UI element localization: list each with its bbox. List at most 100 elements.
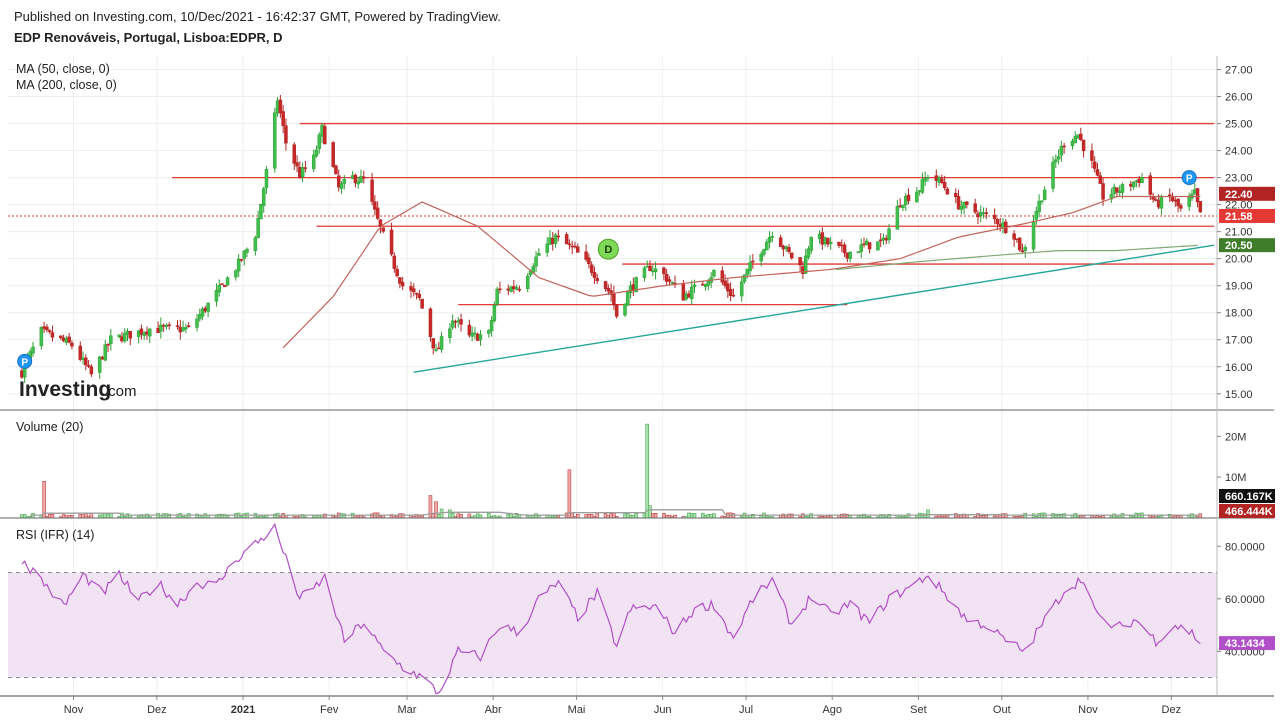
candle-body [317, 134, 322, 149]
candle-body [1195, 188, 1200, 203]
candle-body [323, 126, 327, 145]
investing-logo: Investing .com [19, 378, 137, 401]
candle-body [720, 270, 725, 283]
candle-body [692, 284, 697, 287]
candle-body [1198, 201, 1203, 213]
candle-body [1159, 196, 1164, 209]
candle-body [412, 288, 416, 293]
price-tick-label: 19.00 [1225, 281, 1253, 293]
volume-bar [634, 513, 638, 519]
candle-body [576, 246, 580, 253]
candle-body [234, 270, 238, 278]
rsi-band [8, 572, 1217, 678]
candle-body [653, 268, 658, 273]
candle-body [545, 243, 549, 253]
candle-body [567, 243, 572, 246]
candle-body [498, 288, 502, 291]
chart-canvas: 15.0016.0017.0018.0019.0020.0021.0022.00… [0, 56, 1275, 716]
candle-body [587, 257, 591, 265]
candle-body [803, 255, 808, 274]
rsi-tick-label: 80.0000 [1225, 541, 1265, 553]
volume-bar [89, 512, 94, 519]
candle-body [311, 154, 316, 170]
candle-body [534, 256, 538, 267]
candle-body [39, 327, 44, 347]
candle-body [303, 167, 308, 169]
candle-body [86, 365, 91, 367]
candle-body [281, 111, 285, 126]
moving-averages [282, 195, 1201, 349]
logo-suffix: .com [104, 383, 137, 400]
candle-body [103, 344, 108, 361]
candle-body [689, 287, 694, 300]
candle-body [662, 267, 666, 274]
candle-body [984, 212, 989, 215]
price-tick-label: 15.00 [1225, 389, 1253, 401]
candle-body [667, 279, 672, 282]
price-tick-label: 25.00 [1225, 119, 1253, 131]
candle-body [245, 248, 249, 253]
candle-body [612, 292, 616, 306]
volume-bar [692, 513, 697, 519]
price-badge-text: 20.50 [1225, 240, 1253, 252]
time-tick-label: Set [910, 704, 927, 716]
candle-body [739, 281, 744, 297]
candle-body [314, 149, 319, 157]
rsi-legend: RSI (IFR) (14) [16, 528, 94, 542]
candle-body [1059, 145, 1064, 156]
ma200-legend: MA (200, close, 0) [16, 78, 117, 92]
candle-body [1017, 237, 1022, 251]
candle-body [592, 272, 597, 278]
candle-body [459, 319, 463, 325]
candle-body [147, 328, 152, 337]
candle-body [478, 334, 483, 340]
candle-body [770, 235, 775, 238]
candle-body [915, 191, 919, 203]
candle-body [1176, 198, 1180, 207]
time-tick-label: Jul [739, 704, 753, 716]
candle-body [595, 278, 599, 281]
time-tick-label: Out [993, 704, 1011, 716]
time-tick-label: Dez [1162, 704, 1182, 716]
candle-body [89, 366, 94, 375]
candle-body [648, 265, 652, 271]
ma200-line [836, 244, 1198, 271]
candle-body [614, 304, 619, 317]
candle-body [859, 244, 863, 252]
candle-body [128, 330, 133, 339]
volume-bar [1198, 513, 1203, 519]
candle-body [1168, 194, 1172, 197]
candle-body [259, 203, 263, 220]
candle-body [589, 264, 594, 273]
candle-body [428, 308, 433, 337]
candle-body [175, 325, 180, 327]
volume-bar [731, 513, 736, 519]
candle-body [556, 235, 561, 238]
candle-body [1148, 175, 1153, 195]
volume-bar [712, 513, 716, 519]
volume-badge-text: 466.444K [1225, 506, 1273, 518]
logo-wordmark: Investing [19, 378, 111, 401]
candle-body [731, 294, 736, 297]
candle-body [965, 201, 969, 205]
candle-body [67, 336, 71, 343]
price-badge-text: 22.40 [1225, 189, 1253, 201]
candle-body [1062, 145, 1066, 148]
candle-body [495, 288, 499, 305]
candle-body [400, 282, 405, 287]
volume-legend: Volume (20) [16, 420, 83, 434]
time-tick-label: Abr [485, 704, 502, 716]
candle-body [434, 349, 438, 351]
candle-body [167, 324, 171, 327]
candle-body [59, 335, 63, 339]
candle-body [109, 335, 113, 344]
candle-body [895, 206, 900, 230]
candle-body [370, 179, 374, 202]
time-tick-label: Mar [398, 704, 417, 716]
candle-body [261, 188, 266, 206]
candle-body [186, 325, 191, 328]
candle-body [395, 268, 399, 277]
candle-body [942, 181, 947, 188]
candle-body [995, 218, 1000, 225]
ma50-line [282, 195, 1201, 349]
